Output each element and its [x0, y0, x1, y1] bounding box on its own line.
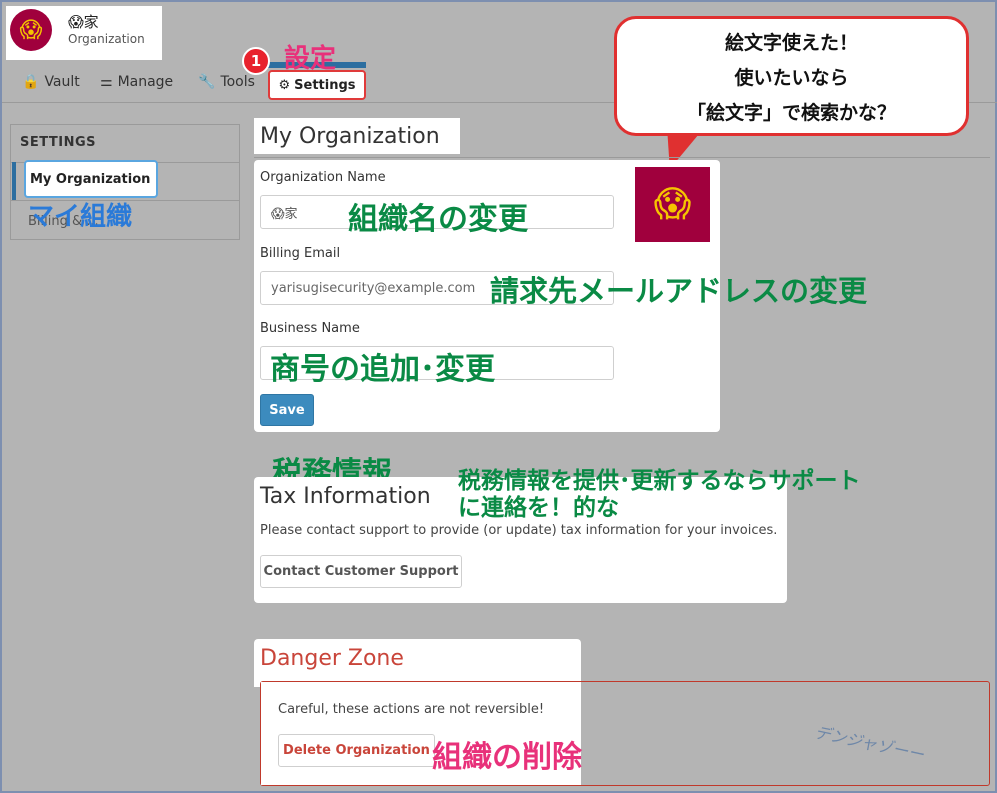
tab-tools[interactable]: 🔧 Tools [198, 74, 255, 90]
callout-line-3: 「絵文字」で検索かな？ [686, 101, 896, 124]
page-title: My Organization [254, 118, 460, 154]
scream-emoji-icon: 😱 [653, 184, 692, 225]
danger-title: Danger Zone [260, 646, 404, 671]
org-avatar-large: 😱 [635, 167, 710, 242]
annotation-business: 商号の追加･変更 [270, 352, 495, 387]
sidebar-item-my-organization[interactable]: My Organization [24, 160, 158, 198]
annotation-tax-note-1: 税務情報を提供･更新するならサポート [458, 468, 861, 494]
wrench-icon: 🔧 [198, 74, 216, 90]
org-name-label: Organization Name [260, 170, 386, 185]
step-badge: 1 [242, 47, 270, 75]
org-name: 😱家 [68, 13, 99, 31]
annotation-tax-note-2: に連絡を！的な [458, 495, 619, 521]
sidebar-heading: SETTINGS [20, 135, 97, 150]
callout-bubble: 絵文字使えた！ 使いたいなら 「絵文字」で検索かな？ [614, 16, 969, 136]
annotation-org-name: 組織名の変更 [348, 202, 528, 237]
scream-emoji-icon: 😱 [19, 17, 43, 43]
tab-vault[interactable]: 🔒 Vault [22, 74, 80, 90]
delete-organization-button[interactable]: Delete Organization [278, 734, 435, 767]
lock-icon: 🔒 [22, 74, 40, 90]
title-divider [254, 157, 990, 158]
contact-support-button[interactable]: Contact Customer Support [260, 555, 462, 588]
business-name-label: Business Name [260, 321, 360, 336]
gears-icon: ⚙ [278, 77, 291, 93]
annotation-billing: 請求先メールアドレスの変更 [490, 274, 868, 308]
annotation-tax-note: 税務情報を提供･更新するならサポート に連絡を！的な [458, 468, 861, 522]
annotation-my-org: マイ組織 [28, 202, 133, 232]
annotation-delete: 組織の削除 [432, 740, 582, 775]
sidebar-active-indicator [12, 162, 16, 200]
org-avatar: 😱 [10, 9, 52, 51]
callout-line-1: 絵文字使えた！ [724, 31, 858, 54]
tax-text: Please contact support to provide (or up… [260, 523, 778, 538]
billing-email-label: Billing Email [260, 246, 341, 261]
danger-text: Careful, these actions are not reversibl… [278, 702, 545, 717]
save-button[interactable]: Save [260, 394, 314, 426]
tab-manage[interactable]: ⚌ Manage [100, 74, 173, 90]
org-type: Organization [68, 32, 145, 46]
callout-line-2: 使いたいなら [734, 66, 849, 89]
tax-title: Tax Information [260, 484, 431, 509]
sliders-icon: ⚌ [100, 74, 113, 90]
annotation-settei: 設定 [284, 44, 337, 74]
